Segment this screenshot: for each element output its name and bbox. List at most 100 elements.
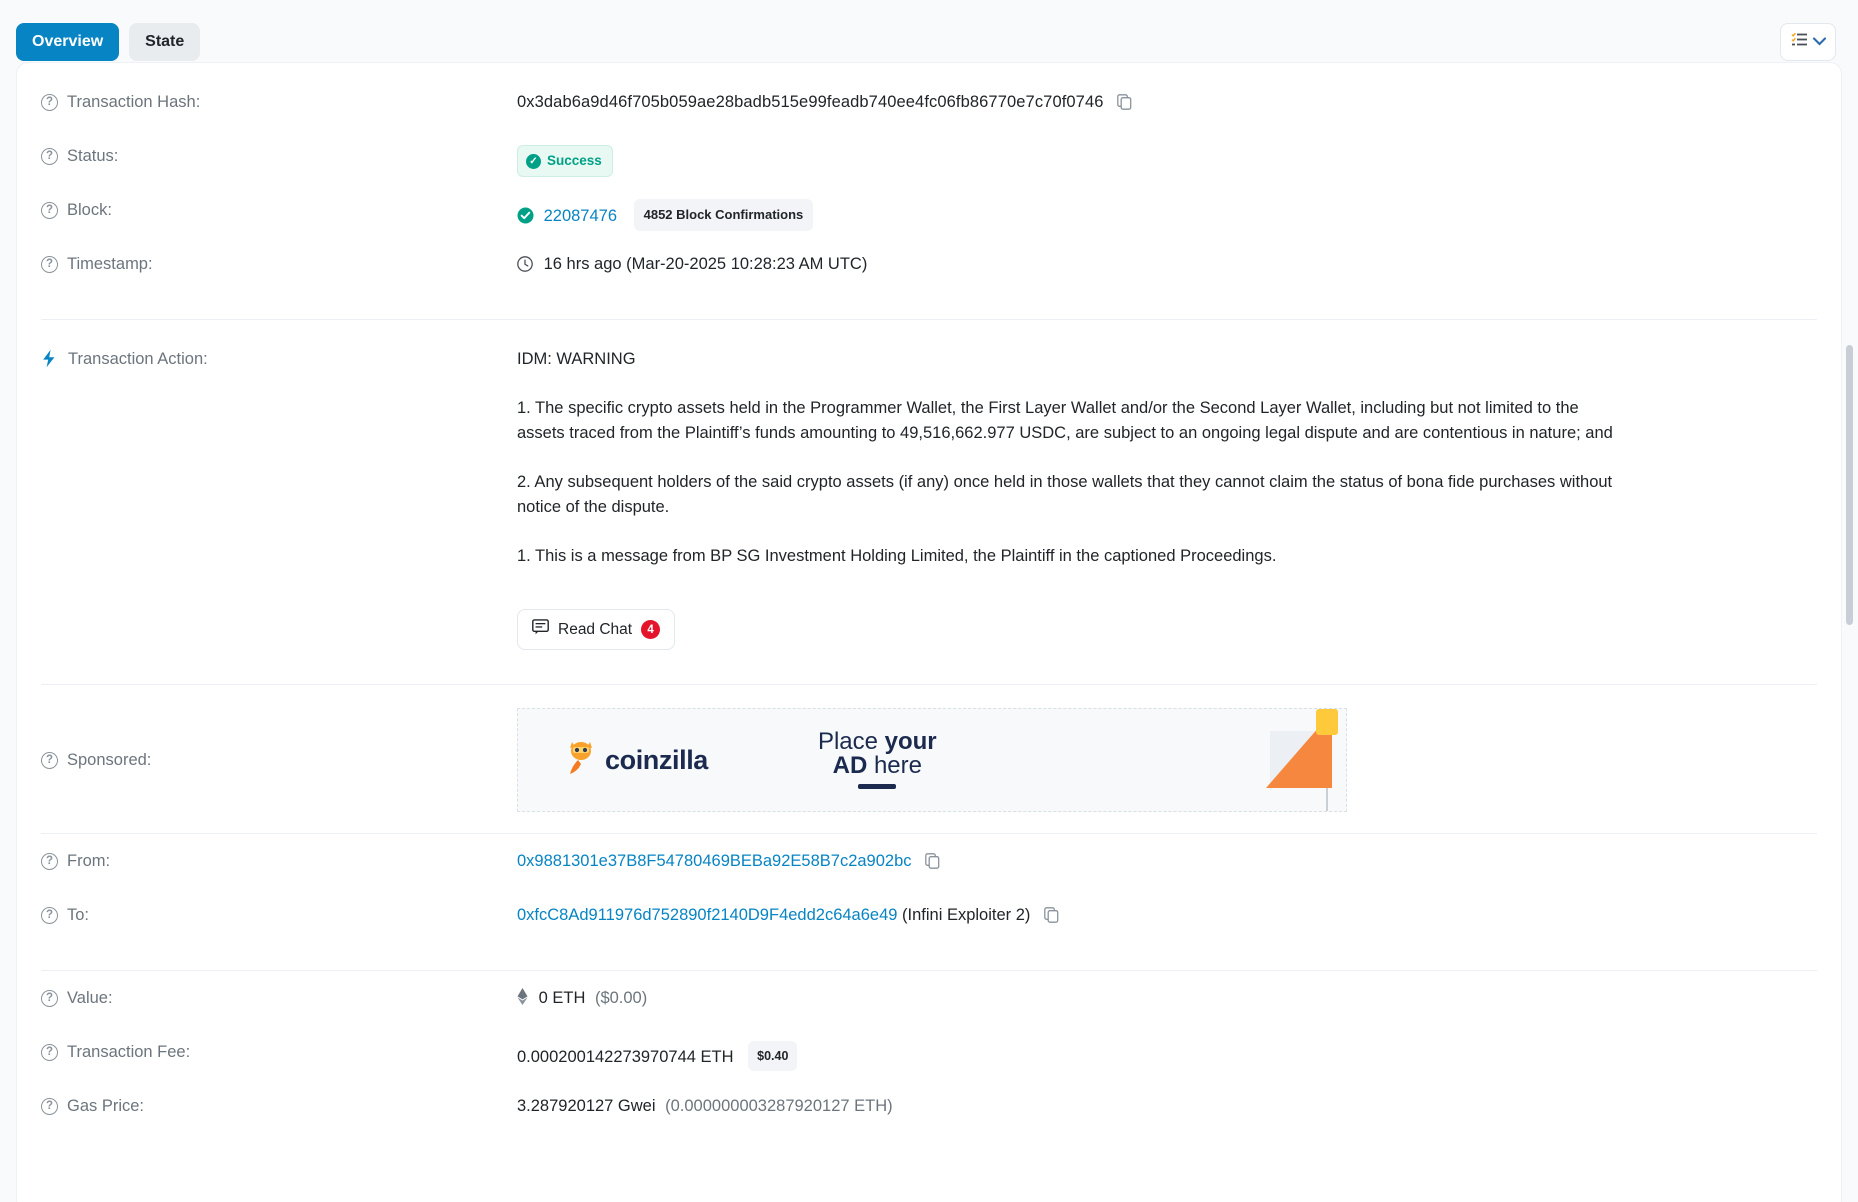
help-icon[interactable]: ? — [41, 1044, 58, 1061]
row-transaction-fee: ? Transaction Fee: 0.000200142273970744 … — [17, 1039, 1841, 1093]
row-value: ? Value: 0 ETH ($0.00) — [17, 985, 1841, 1039]
more-views-button[interactable] — [1780, 22, 1836, 61]
read-chat-count-badge: 4 — [641, 620, 661, 639]
check-circle-icon: ✓ — [526, 153, 541, 169]
view-tabs: Overview State — [16, 22, 201, 61]
toolbar-right — [1780, 22, 1836, 61]
row-to: ? To: 0xfcC8Ad911976d752890f2140D9F4edd2… — [17, 902, 1841, 956]
block-confirmed-icon — [517, 207, 544, 225]
help-icon[interactable]: ? — [41, 990, 58, 1007]
transaction-fee-eth: 0.000200142273970744 ETH — [517, 1048, 734, 1066]
label-status: ? Status: — [41, 143, 517, 167]
timestamp-text: 16 hrs ago (Mar-20-2025 10:28:23 AM UTC) — [543, 255, 868, 273]
value-timestamp: 16 hrs ago (Mar-20-2025 10:28:23 AM UTC) — [517, 251, 1817, 278]
help-icon[interactable]: ? — [41, 148, 58, 165]
label-text: Sponsored: — [67, 751, 152, 769]
help-icon[interactable]: ? — [41, 256, 58, 273]
divider — [41, 833, 1817, 834]
row-sponsored: ? Sponsored: coinzilla Place your AD her… — [17, 699, 1841, 819]
transaction-hash-text: 0x3dab6a9d46f705b059ae28badb515e99feadb7… — [517, 93, 1104, 111]
action-paragraph: 1. The specific crypto assets held in th… — [517, 399, 1613, 442]
ad-line-1-bold: your — [884, 728, 937, 755]
row-timestamp: ? Timestamp: 16 hrs ago (Mar-20-2025 10:… — [17, 251, 1841, 305]
value-gas-price: 3.287920127 Gwei (0.000000003287920127 E… — [517, 1093, 1817, 1117]
ad-line-1-plain: Place — [817, 728, 885, 755]
ad-line-1: Place your — [817, 728, 937, 755]
label-sponsored: ? Sponsored: — [41, 747, 517, 771]
value-fiat: ($0.00) — [594, 989, 648, 1007]
sponsored-ad-banner[interactable]: coinzilla Place your AD here — [517, 708, 1347, 812]
label-timestamp: ? Timestamp: — [41, 251, 517, 275]
vertical-scrollbar-thumb[interactable] — [1846, 345, 1853, 625]
tab-state[interactable]: State — [129, 22, 201, 61]
divider — [41, 319, 1817, 320]
divider — [41, 684, 1817, 685]
gas-price-eth: (0.000000003287920127 ETH) — [665, 1097, 893, 1115]
value-amount: 0 ETH ($0.00) — [517, 985, 1817, 1011]
read-chat-button[interactable]: Read Chat 4 — [517, 609, 676, 650]
value-to: 0xfcC8Ad911976d752890f2140D9F4edd2c64a6e… — [517, 902, 1817, 929]
label-transaction-fee: ? Transaction Fee: — [41, 1039, 517, 1063]
action-title: IDM: WARNING — [517, 350, 636, 368]
block-confirmations-chip: 4852 Block Confirmations — [633, 199, 814, 231]
value-eth-amount: 0 ETH — [538, 989, 586, 1007]
help-icon[interactable]: ? — [41, 907, 58, 924]
action-paragraph: 1. This is a message from BP SG Investme… — [517, 547, 1277, 565]
row-transaction-hash: ? Transaction Hash: 0x3dab6a9d46f705b059… — [17, 89, 1841, 143]
ad-line-2-bold: AD — [832, 752, 868, 779]
help-icon[interactable]: ? — [41, 853, 58, 870]
label-text: From: — [67, 852, 111, 870]
row-gas-price: ? Gas Price: 3.287920127 Gwei (0.0000000… — [17, 1093, 1841, 1147]
value-transaction-action: IDM: WARNING 1. The specific crypto asse… — [517, 346, 1617, 650]
label-text: Timestamp: — [67, 255, 153, 273]
label-text: Status: — [67, 147, 119, 165]
transaction-details-page: Overview State ? Transaction Hash: 0x3da… — [0, 0, 1858, 1202]
help-icon[interactable]: ? — [41, 752, 58, 769]
label-transaction-hash: ? Transaction Hash: — [41, 89, 517, 113]
coinzilla-wordmark: coinzilla — [605, 745, 708, 775]
value-transaction-fee: 0.000200142273970744 ETH $0.40 — [517, 1039, 1817, 1071]
ethereum-icon — [517, 988, 528, 1011]
to-address-link[interactable]: 0xfcC8Ad911976d752890f2140D9F4edd2c64a6e… — [517, 906, 897, 924]
clock-icon — [517, 256, 533, 278]
ad-line-2: AD here — [818, 752, 937, 779]
help-icon[interactable]: ? — [41, 202, 58, 219]
details-card: ? Transaction Hash: 0x3dab6a9d46f705b059… — [16, 62, 1842, 1202]
gas-price-gwei: 3.287920127 Gwei — [517, 1097, 656, 1115]
checklist-icon — [1790, 32, 1808, 52]
to-address-tag: (Infini Exploiter 2) — [902, 906, 1031, 924]
row-block: ? Block: 22087476 4852 Block Confirmatio… — [17, 197, 1841, 251]
lightning-icon — [41, 349, 59, 374]
ad-underline — [858, 784, 897, 789]
status-badge-label: Success — [547, 153, 602, 168]
copy-icon[interactable] — [1117, 94, 1132, 116]
label-text: To: — [67, 906, 90, 924]
tab-overview[interactable]: Overview — [16, 22, 120, 61]
value-sponsored: coinzilla Place your AD here — [517, 706, 1817, 812]
label-text: Value: — [67, 989, 113, 1007]
label-value: ? Value: — [41, 985, 517, 1009]
help-icon[interactable]: ? — [41, 94, 58, 111]
label-text: Block: — [67, 201, 112, 219]
row-transaction-action: Transaction Action: IDM: WARNING 1. The … — [17, 334, 1841, 650]
help-icon[interactable]: ? — [41, 1098, 58, 1115]
from-address-link[interactable]: 0x9881301e37B8F54780469BEBa92E58B7c2a902… — [517, 852, 912, 870]
label-gas-price: ? Gas Price: — [41, 1093, 517, 1117]
ad-line-2-plain: here — [867, 752, 922, 779]
label-block: ? Block: — [41, 197, 517, 221]
copy-icon[interactable] — [925, 853, 940, 875]
chat-bubble-icon — [532, 619, 549, 640]
label-to: ? To: — [41, 902, 517, 926]
label-text: Transaction Hash: — [67, 93, 201, 111]
value-status: ✓ Success — [517, 143, 1817, 177]
ad-message: Place your AD here — [817, 728, 937, 789]
action-paragraph: 2. Any subsequent holders of the said cr… — [517, 473, 1613, 516]
transaction-fee-fiat-chip: $0.40 — [748, 1041, 798, 1071]
chevron-down-icon — [1812, 33, 1826, 51]
coinzilla-mascot-icon — [566, 737, 596, 783]
coinzilla-logo: coinzilla — [566, 737, 708, 783]
label-text: Transaction Action: — [68, 350, 208, 368]
value-from: 0x9881301e37B8F54780469BEBa92E58B7c2a902… — [517, 848, 1817, 875]
block-number-link[interactable]: 22087476 — [544, 207, 617, 225]
copy-icon[interactable] — [1044, 907, 1059, 929]
